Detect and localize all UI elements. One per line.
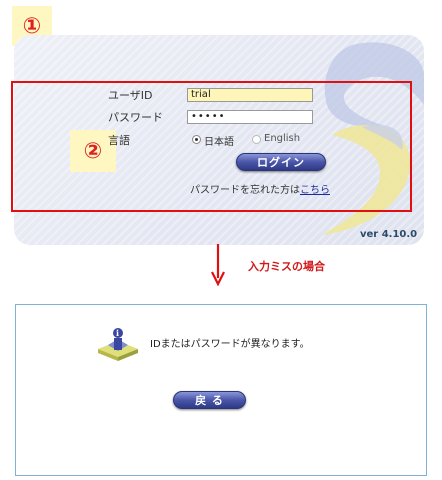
- language-label: 言語: [108, 134, 130, 147]
- down-arrow-icon: [211, 244, 225, 286]
- user-id-label: ユーザID: [108, 89, 153, 102]
- forgot-password-text: パスワードを忘れた方はこちら: [190, 181, 330, 196]
- error-case-caption: 入力ミスの場合: [248, 260, 325, 273]
- back-button[interactable]: 戻 る: [173, 391, 246, 409]
- login-button[interactable]: ログイン: [236, 153, 326, 171]
- forgot-password-link[interactable]: こちら: [300, 185, 330, 196]
- error-message: IDまたはパスワードが異なります。: [150, 339, 310, 350]
- password-input[interactable]: •••••: [187, 110, 313, 124]
- language-option-en-label[interactable]: English: [264, 133, 300, 144]
- language-option-ja-label[interactable]: 日本語: [204, 133, 234, 148]
- forgot-password-prefix: パスワードを忘れた方は: [190, 185, 300, 196]
- language-radio-en[interactable]: [252, 135, 261, 144]
- svg-text:i: i: [116, 328, 119, 338]
- password-label: パスワード: [108, 111, 163, 124]
- version-label: ver 4.10.0: [360, 229, 418, 240]
- user-id-input[interactable]: trial: [187, 88, 313, 102]
- info-icon: i: [98, 328, 138, 361]
- error-panel: [15, 304, 427, 476]
- language-radio-ja[interactable]: [192, 135, 201, 144]
